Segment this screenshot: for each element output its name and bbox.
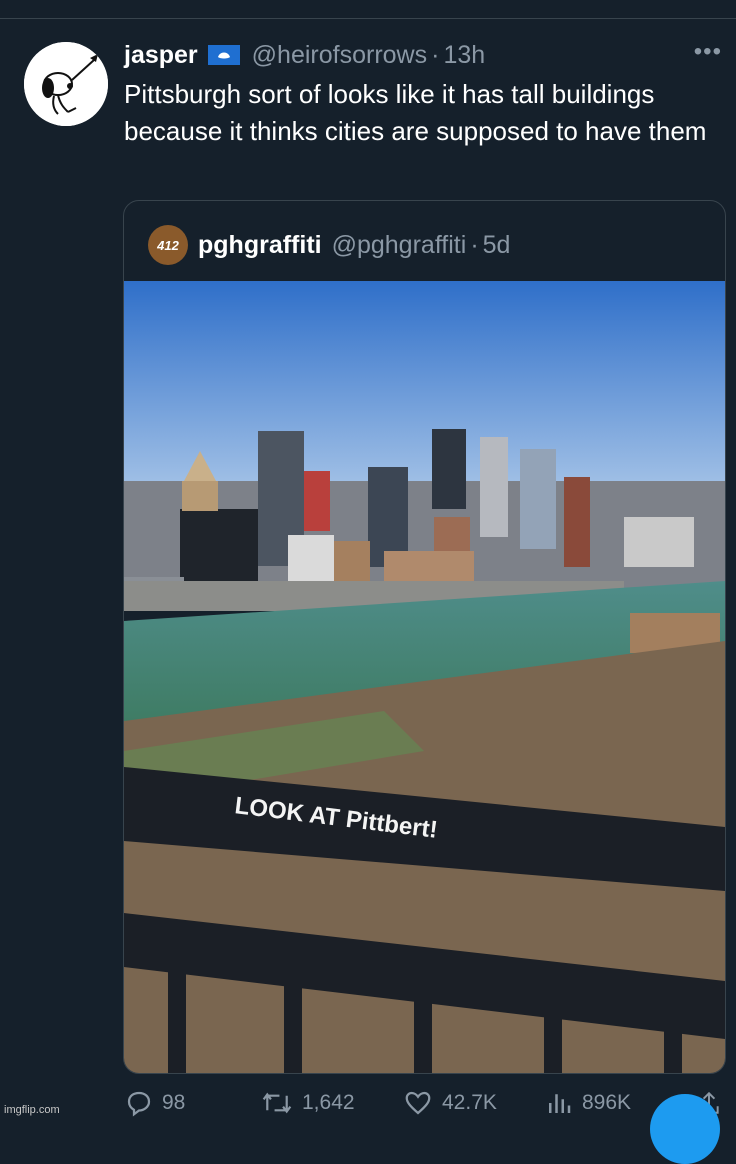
railing-post bbox=[284, 975, 302, 1073]
pittsburgh-skyline-photo[interactable]: LOOK AT Pittbert! bbox=[124, 281, 725, 1073]
sky bbox=[124, 281, 725, 501]
like-count: 42.7K bbox=[442, 1091, 497, 1114]
tweet-actions: 98 1,642 42.7K 896K bbox=[124, 1088, 736, 1120]
retweet-icon bbox=[262, 1092, 292, 1114]
quoted-tweet-time[interactable]: 5d bbox=[483, 231, 511, 260]
reply-count: 98 bbox=[162, 1091, 186, 1114]
tweet-header: jasper @heirofsorrows · 13h bbox=[124, 38, 716, 72]
quoted-tweet-header: 412 pghgraffiti @pghgraffiti · 5d bbox=[148, 225, 510, 265]
railing-post bbox=[544, 1005, 562, 1073]
railing-post bbox=[664, 1019, 682, 1073]
views-count: 896K bbox=[582, 1091, 632, 1114]
display-name[interactable]: jasper bbox=[124, 41, 198, 70]
reply-icon bbox=[127, 1091, 151, 1117]
compose-floating-button[interactable] bbox=[650, 1094, 720, 1164]
quoted-avatar-text: 412 bbox=[157, 237, 179, 253]
quoted-user-handle[interactable]: @pghgraffiti bbox=[332, 231, 467, 260]
user-avatar[interactable] bbox=[24, 42, 108, 126]
railing-post bbox=[414, 989, 432, 1073]
more-options-icon[interactable]: ••• bbox=[694, 38, 722, 66]
separator-dot: · bbox=[431, 40, 440, 69]
quoted-display-name[interactable]: pghgraffiti bbox=[198, 231, 322, 260]
quoted-tweet[interactable]: 412 pghgraffiti @pghgraffiti · 5d LOOK A… bbox=[123, 200, 726, 1074]
views-button[interactable]: 896K bbox=[544, 1088, 631, 1118]
tweet-time[interactable]: 13h bbox=[443, 41, 485, 70]
railing-post bbox=[168, 961, 186, 1073]
retweet-button[interactable]: 1,642 bbox=[260, 1088, 355, 1118]
heart-icon bbox=[405, 1091, 431, 1115]
views-icon bbox=[549, 1094, 571, 1113]
tweet-text: Pittsburgh sort of looks like it has tal… bbox=[124, 79, 707, 146]
snoopy-avatar-icon bbox=[24, 42, 108, 126]
like-button[interactable]: 42.7K bbox=[402, 1088, 497, 1118]
retweet-count: 1,642 bbox=[302, 1091, 355, 1114]
quoted-user-avatar[interactable]: 412 bbox=[148, 225, 188, 265]
flag-icon bbox=[207, 45, 240, 65]
reply-button[interactable]: 98 bbox=[124, 1088, 185, 1118]
watermark: imgflip.com bbox=[4, 1104, 60, 1116]
quoted-separator-dot: · bbox=[470, 230, 479, 259]
user-handle[interactable]: @heirofsorrows bbox=[252, 41, 427, 70]
top-bar bbox=[0, 0, 736, 19]
